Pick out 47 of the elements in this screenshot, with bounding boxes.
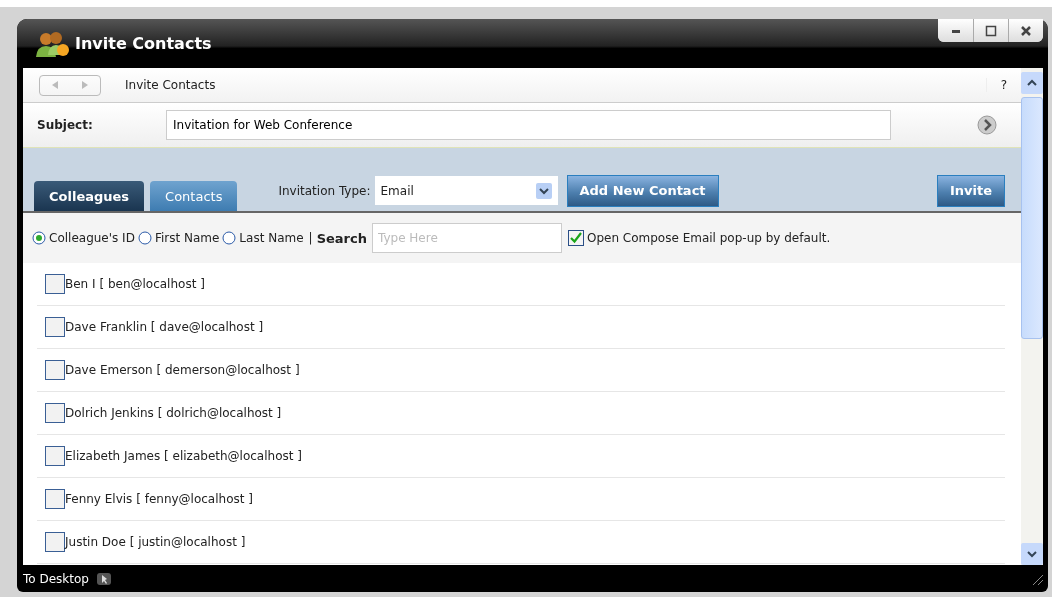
tab[interactable]: Colleagues [34,181,145,211]
chevron-down-icon[interactable] [535,182,552,199]
checkbox[interactable] [45,446,65,466]
to-desktop-link[interactable]: To Desktop [23,571,89,586]
invitation-type-dropdown[interactable]: Email [374,176,558,205]
invite-button[interactable]: Invite [936,174,1005,207]
radio-label[interactable]: First Name [154,231,220,245]
checkbox-label[interactable]: Open Compose Email pop-up by default. [586,231,831,245]
cursor-icon[interactable] [96,572,111,585]
radio-button[interactable] [137,231,152,245]
maximize-icon[interactable] [985,24,997,37]
checkbox[interactable] [45,274,65,294]
search-field[interactable]: Type Here [371,223,562,253]
radio-label[interactable]: Colleague's ID [49,231,135,245]
radio-label[interactable]: Last Name [239,231,304,245]
subject-label: Subject: [36,118,94,132]
invitation-type-label: Invitation Type: [278,183,371,198]
contact-label[interactable]: Justin Doe [ justin@localhost ] [65,535,246,549]
checkbox[interactable] [45,403,65,423]
checkbox[interactable] [567,230,584,246]
checkbox[interactable] [45,317,65,337]
checkbox[interactable] [45,489,65,509]
chevron-down-icon[interactable] [1026,548,1038,560]
scrollbar[interactable] [1021,68,1043,565]
resize-grip-icon[interactable] [1031,572,1043,585]
arrow-right-icon[interactable] [977,115,997,135]
contact-label[interactable]: Dolrich Jenkins [ dolrich@localhost ] [65,406,282,420]
separator-text: | [308,231,313,245]
add-new-contact-button[interactable]: Add New Contact [566,174,719,207]
close-icon[interactable] [1020,24,1032,37]
contact-label[interactable]: Dave Emerson [ demerson@localhost ] [65,363,300,377]
maximize-button[interactable] [973,19,1008,42]
tab[interactable]: Contacts [150,181,238,211]
window-title: Invite Contacts [75,34,212,53]
subject-field[interactable]: Invitation for Web Conference [166,110,891,140]
radio-button[interactable] [32,231,46,245]
contact-label[interactable]: Fenny Elvis [ fenny@localhost ] [65,492,253,506]
contact-label[interactable]: Elizabeth James [ elizabeth@localhost ] [65,449,302,463]
close-button[interactable] [1008,19,1043,42]
contact-label[interactable]: Ben I [ ben@localhost ] [65,277,205,291]
page-title: Invite Contacts [125,78,216,92]
search-label: Search [316,230,367,246]
radio-button[interactable] [222,231,237,245]
checkbox[interactable] [45,532,65,552]
contact-label[interactable]: Dave Franklin [ dave@localhost ] [65,320,264,334]
checkbox[interactable] [45,360,65,380]
minimize-button[interactable] [938,19,973,42]
